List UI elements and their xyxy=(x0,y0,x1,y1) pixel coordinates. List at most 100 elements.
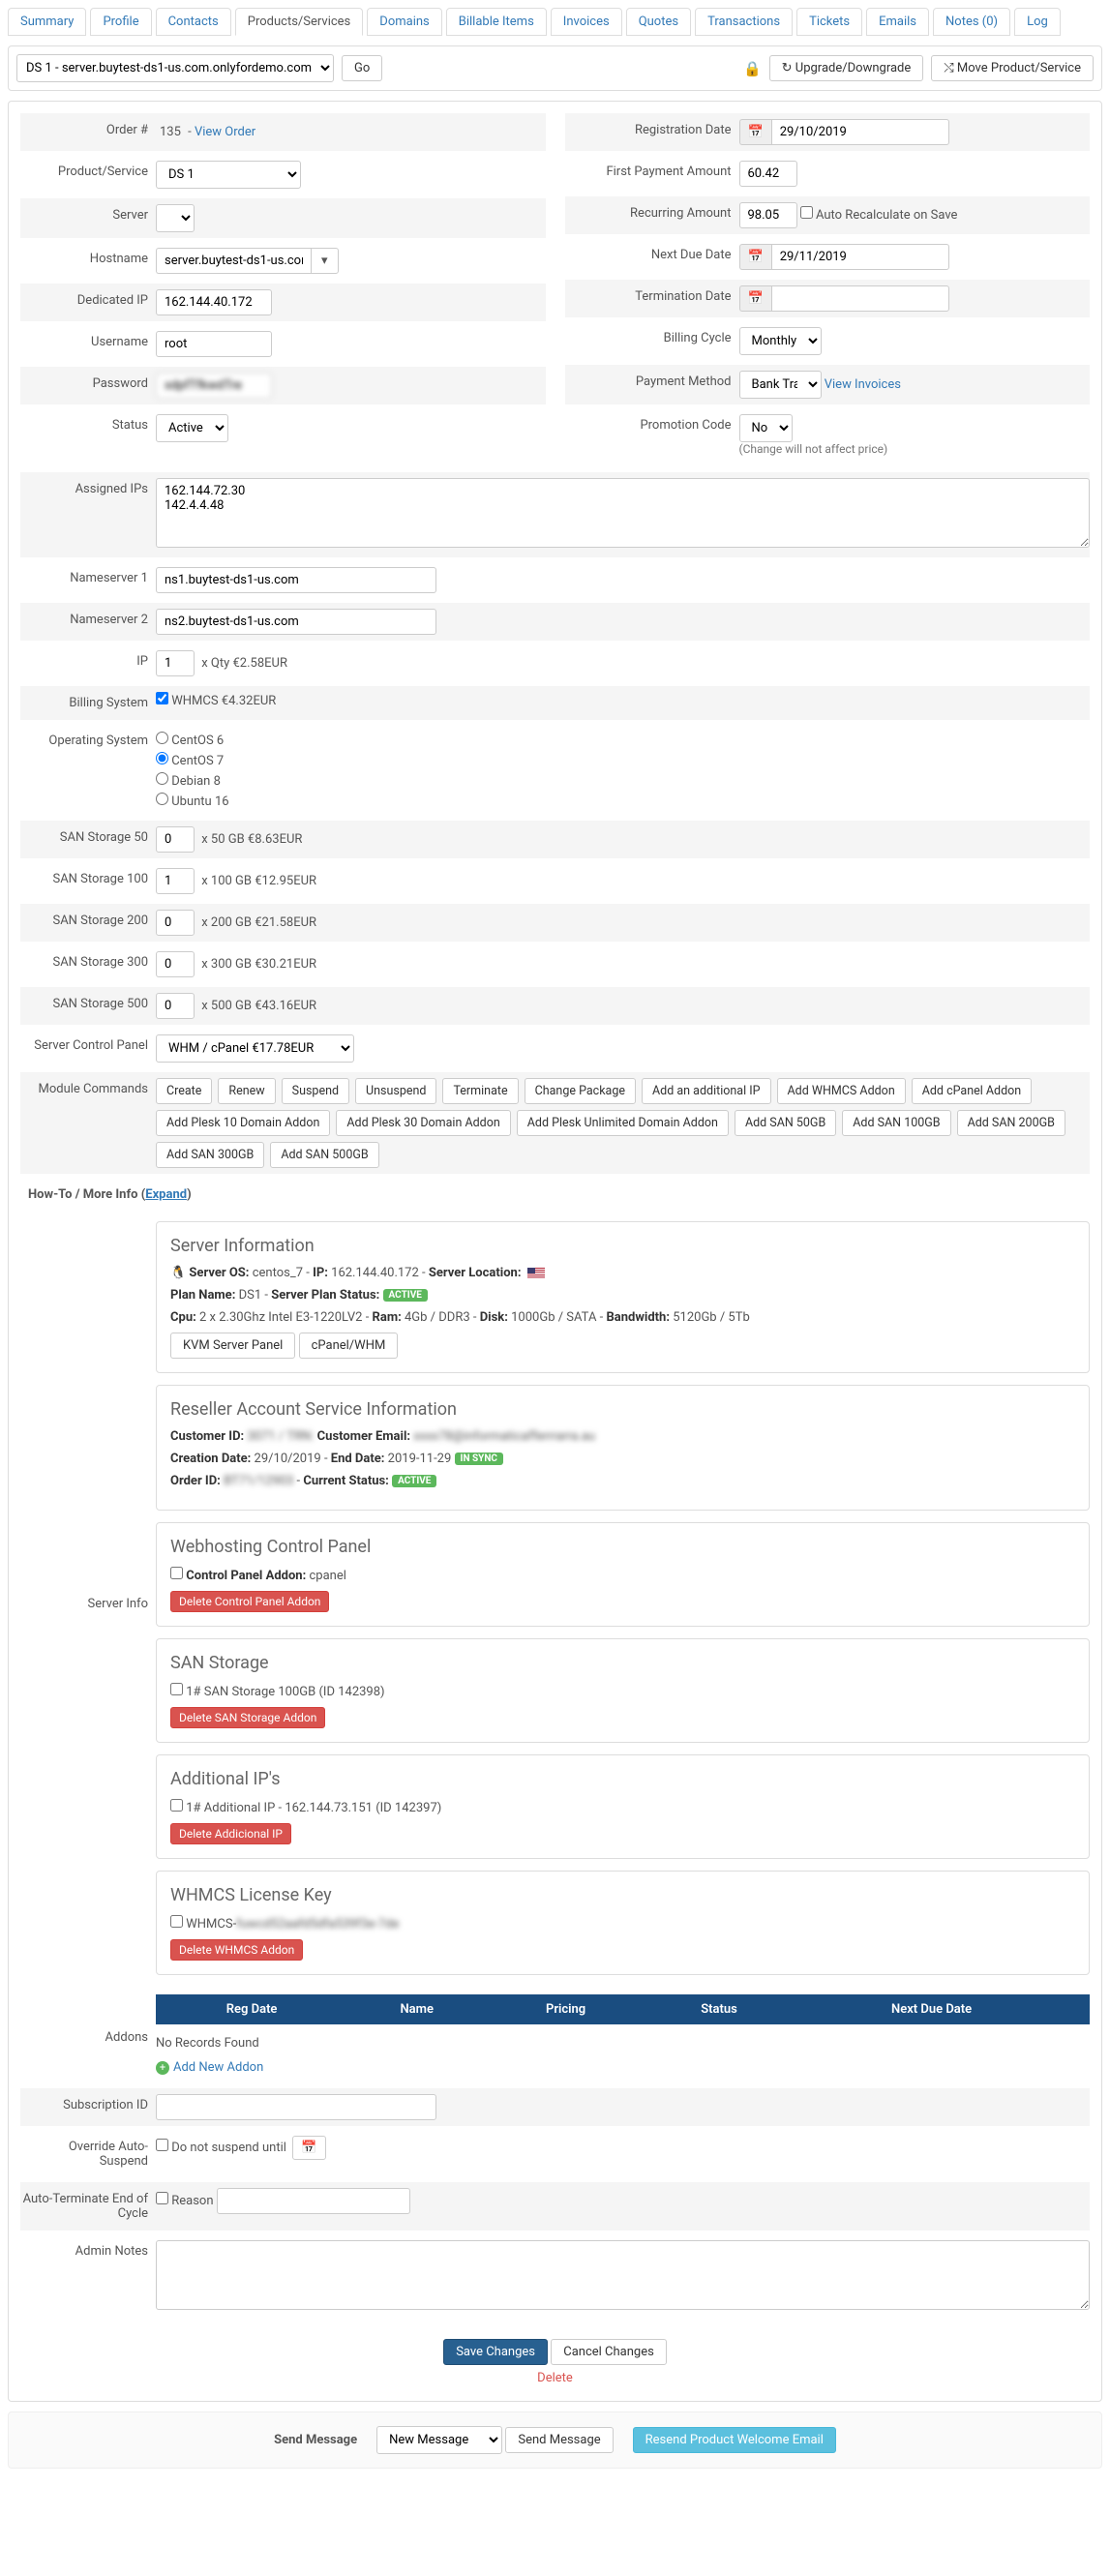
cmd-suspend[interactable]: Suspend xyxy=(282,1078,349,1104)
upgrade-button[interactable]: ↻ Upgrade/Downgrade xyxy=(769,55,924,81)
view-order-link[interactable]: View Order xyxy=(195,125,255,139)
autoterm-reason-input[interactable] xyxy=(217,2188,410,2214)
tab-tickets[interactable]: Tickets xyxy=(796,8,862,36)
autorecalc-checkbox[interactable] xyxy=(800,206,813,219)
os-radio[interactable] xyxy=(156,772,168,785)
tab-notes-[interactable]: Notes (0) xyxy=(933,8,1010,36)
addon-header: Name xyxy=(347,1995,487,2024)
firstpay-label: First Payment Amount xyxy=(565,159,739,185)
termdate-input[interactable] xyxy=(771,285,949,312)
promo-select[interactable]: None xyxy=(739,414,793,442)
cpanel-select[interactable]: WHM / cPanel €17.78EUR xyxy=(156,1034,354,1063)
whmcs-checkbox[interactable] xyxy=(170,1915,183,1928)
nextdue-input[interactable] xyxy=(771,244,949,270)
san500-input[interactable] xyxy=(156,993,195,1019)
tab-emails[interactable]: Emails xyxy=(866,8,929,36)
tab-quotes[interactable]: Quotes xyxy=(626,8,691,36)
assignedips-input[interactable]: 162.144.72.30 142.4.4.48 xyxy=(156,478,1090,548)
cmd-add-cpanel-addon[interactable]: Add cPanel Addon xyxy=(912,1078,1032,1104)
status-select[interactable]: Active xyxy=(156,414,228,442)
os-label: Operating System xyxy=(20,728,156,754)
cmd-unsuspend[interactable]: Unsuspend xyxy=(355,1078,436,1104)
tab-log[interactable]: Log xyxy=(1014,8,1061,36)
cmd-add-an-additional-ip[interactable]: Add an additional IP xyxy=(642,1078,770,1104)
cmd-terminate[interactable]: Terminate xyxy=(442,1078,518,1104)
save-button[interactable]: Save Changes xyxy=(443,2339,548,2365)
dedip-input[interactable] xyxy=(156,289,272,315)
paymethod-select[interactable]: Bank Transfer xyxy=(739,371,822,399)
cmd-add-whmcs-addon[interactable]: Add WHMCS Addon xyxy=(777,1078,906,1104)
tab-products-services[interactable]: Products/Services xyxy=(235,8,364,36)
kvm-button[interactable]: KVM Server Panel xyxy=(170,1333,295,1359)
tab-invoices[interactable]: Invoices xyxy=(551,8,622,36)
modulecmd-label: Module Commands xyxy=(20,1076,156,1102)
tab-transactions[interactable]: Transactions xyxy=(695,8,793,36)
addip-checkbox[interactable] xyxy=(170,1799,183,1812)
cmd-add-san-100gb[interactable]: Add SAN 100GB xyxy=(842,1110,950,1136)
os-radio[interactable] xyxy=(156,732,168,744)
cmd-create[interactable]: Create xyxy=(156,1078,212,1104)
tab-domains[interactable]: Domains xyxy=(367,8,441,36)
ns1-input[interactable] xyxy=(156,567,436,593)
delete-whmcs-button[interactable]: Delete WHMCS Addon xyxy=(170,1939,303,1961)
cycle-select[interactable]: Monthly xyxy=(739,327,822,355)
password-input[interactable] xyxy=(156,373,272,399)
add-addon-link[interactable]: +Add New Addon xyxy=(156,2060,263,2075)
tab-profile[interactable]: Profile xyxy=(90,8,151,36)
tab-billable-items[interactable]: Billable Items xyxy=(446,8,547,36)
cmd-add-san-500gb[interactable]: Add SAN 500GB xyxy=(270,1142,378,1168)
recur-input[interactable] xyxy=(739,202,797,228)
adminnotes-input[interactable] xyxy=(156,2240,1090,2310)
regdate-input[interactable] xyxy=(771,119,949,145)
cmd-add-plesk-unlimited-domain-addon[interactable]: Add Plesk Unlimited Domain Addon xyxy=(517,1110,729,1136)
cmd-change-package[interactable]: Change Package xyxy=(525,1078,636,1104)
server-select[interactable] xyxy=(156,204,195,232)
cancel-button[interactable]: Cancel Changes xyxy=(551,2339,667,2365)
cmd-renew[interactable]: Renew xyxy=(218,1078,275,1104)
plus-icon: + xyxy=(156,2061,169,2075)
ns1-label: Nameserver 1 xyxy=(20,565,156,591)
san100-input[interactable] xyxy=(156,868,195,894)
san-checkbox[interactable] xyxy=(170,1683,183,1695)
cmd-add-san-300gb[interactable]: Add SAN 300GB xyxy=(156,1142,264,1168)
override-checkbox[interactable] xyxy=(156,2139,168,2151)
product-selector[interactable]: DS 1 - server.buytest-ds1-us.com.onlyfor… xyxy=(16,54,334,82)
subid-input[interactable] xyxy=(156,2094,436,2120)
cmd-add-san-50gb[interactable]: Add SAN 50GB xyxy=(735,1110,836,1136)
ns2-input[interactable] xyxy=(156,609,436,635)
override-date-button[interactable]: 📅 xyxy=(292,2136,325,2160)
view-invoices-link[interactable]: View Invoices xyxy=(825,377,901,392)
sendmsg-button[interactable]: Send Message xyxy=(505,2427,613,2453)
billingsys-checkbox[interactable] xyxy=(156,692,168,704)
resend-button[interactable]: Resend Product Welcome Email xyxy=(633,2427,836,2453)
go-button[interactable]: Go xyxy=(342,55,382,81)
delete-link[interactable]: Delete xyxy=(20,2371,1090,2385)
os-radio[interactable] xyxy=(156,793,168,805)
tab-contacts[interactable]: Contacts xyxy=(156,8,231,36)
tab-summary[interactable]: Summary xyxy=(8,8,86,36)
autoterm-checkbox[interactable] xyxy=(156,2192,168,2204)
cpanel-whm-button[interactable]: cPanel/WHM xyxy=(299,1333,399,1359)
hostname-input[interactable] xyxy=(156,248,311,274)
cp-addon-checkbox[interactable] xyxy=(170,1567,183,1579)
panel-title: Webhosting Control Panel xyxy=(170,1537,1075,1557)
delete-ip-button[interactable]: Delete Addicional IP xyxy=(170,1823,291,1844)
expand-link[interactable]: Expand xyxy=(145,1187,187,1202)
sendmsg-select[interactable]: New Message xyxy=(376,2426,502,2454)
firstpay-input[interactable] xyxy=(739,161,797,187)
move-button[interactable]: ⤭ Move Product/Service xyxy=(931,55,1094,81)
os-radio[interactable] xyxy=(156,752,168,764)
ip-qty-input[interactable] xyxy=(156,650,195,676)
delete-cp-addon-button[interactable]: Delete Control Panel Addon xyxy=(170,1591,329,1612)
cmd-add-plesk-10-domain-addon[interactable]: Add Plesk 10 Domain Addon xyxy=(156,1110,330,1136)
san50-input[interactable] xyxy=(156,826,195,853)
delete-san-button[interactable]: Delete SAN Storage Addon xyxy=(170,1707,325,1728)
username-input[interactable] xyxy=(156,331,272,357)
san300-input[interactable] xyxy=(156,951,195,977)
product-select[interactable]: DS 1 xyxy=(156,161,301,189)
override-label: Override Auto-Suspend xyxy=(20,2134,156,2174)
san200-input[interactable] xyxy=(156,910,195,936)
cmd-add-plesk-30-domain-addon[interactable]: Add Plesk 30 Domain Addon xyxy=(336,1110,510,1136)
cmd-add-san-200gb[interactable]: Add SAN 200GB xyxy=(957,1110,1065,1136)
hostname-dropdown[interactable]: ▾ xyxy=(311,248,339,274)
